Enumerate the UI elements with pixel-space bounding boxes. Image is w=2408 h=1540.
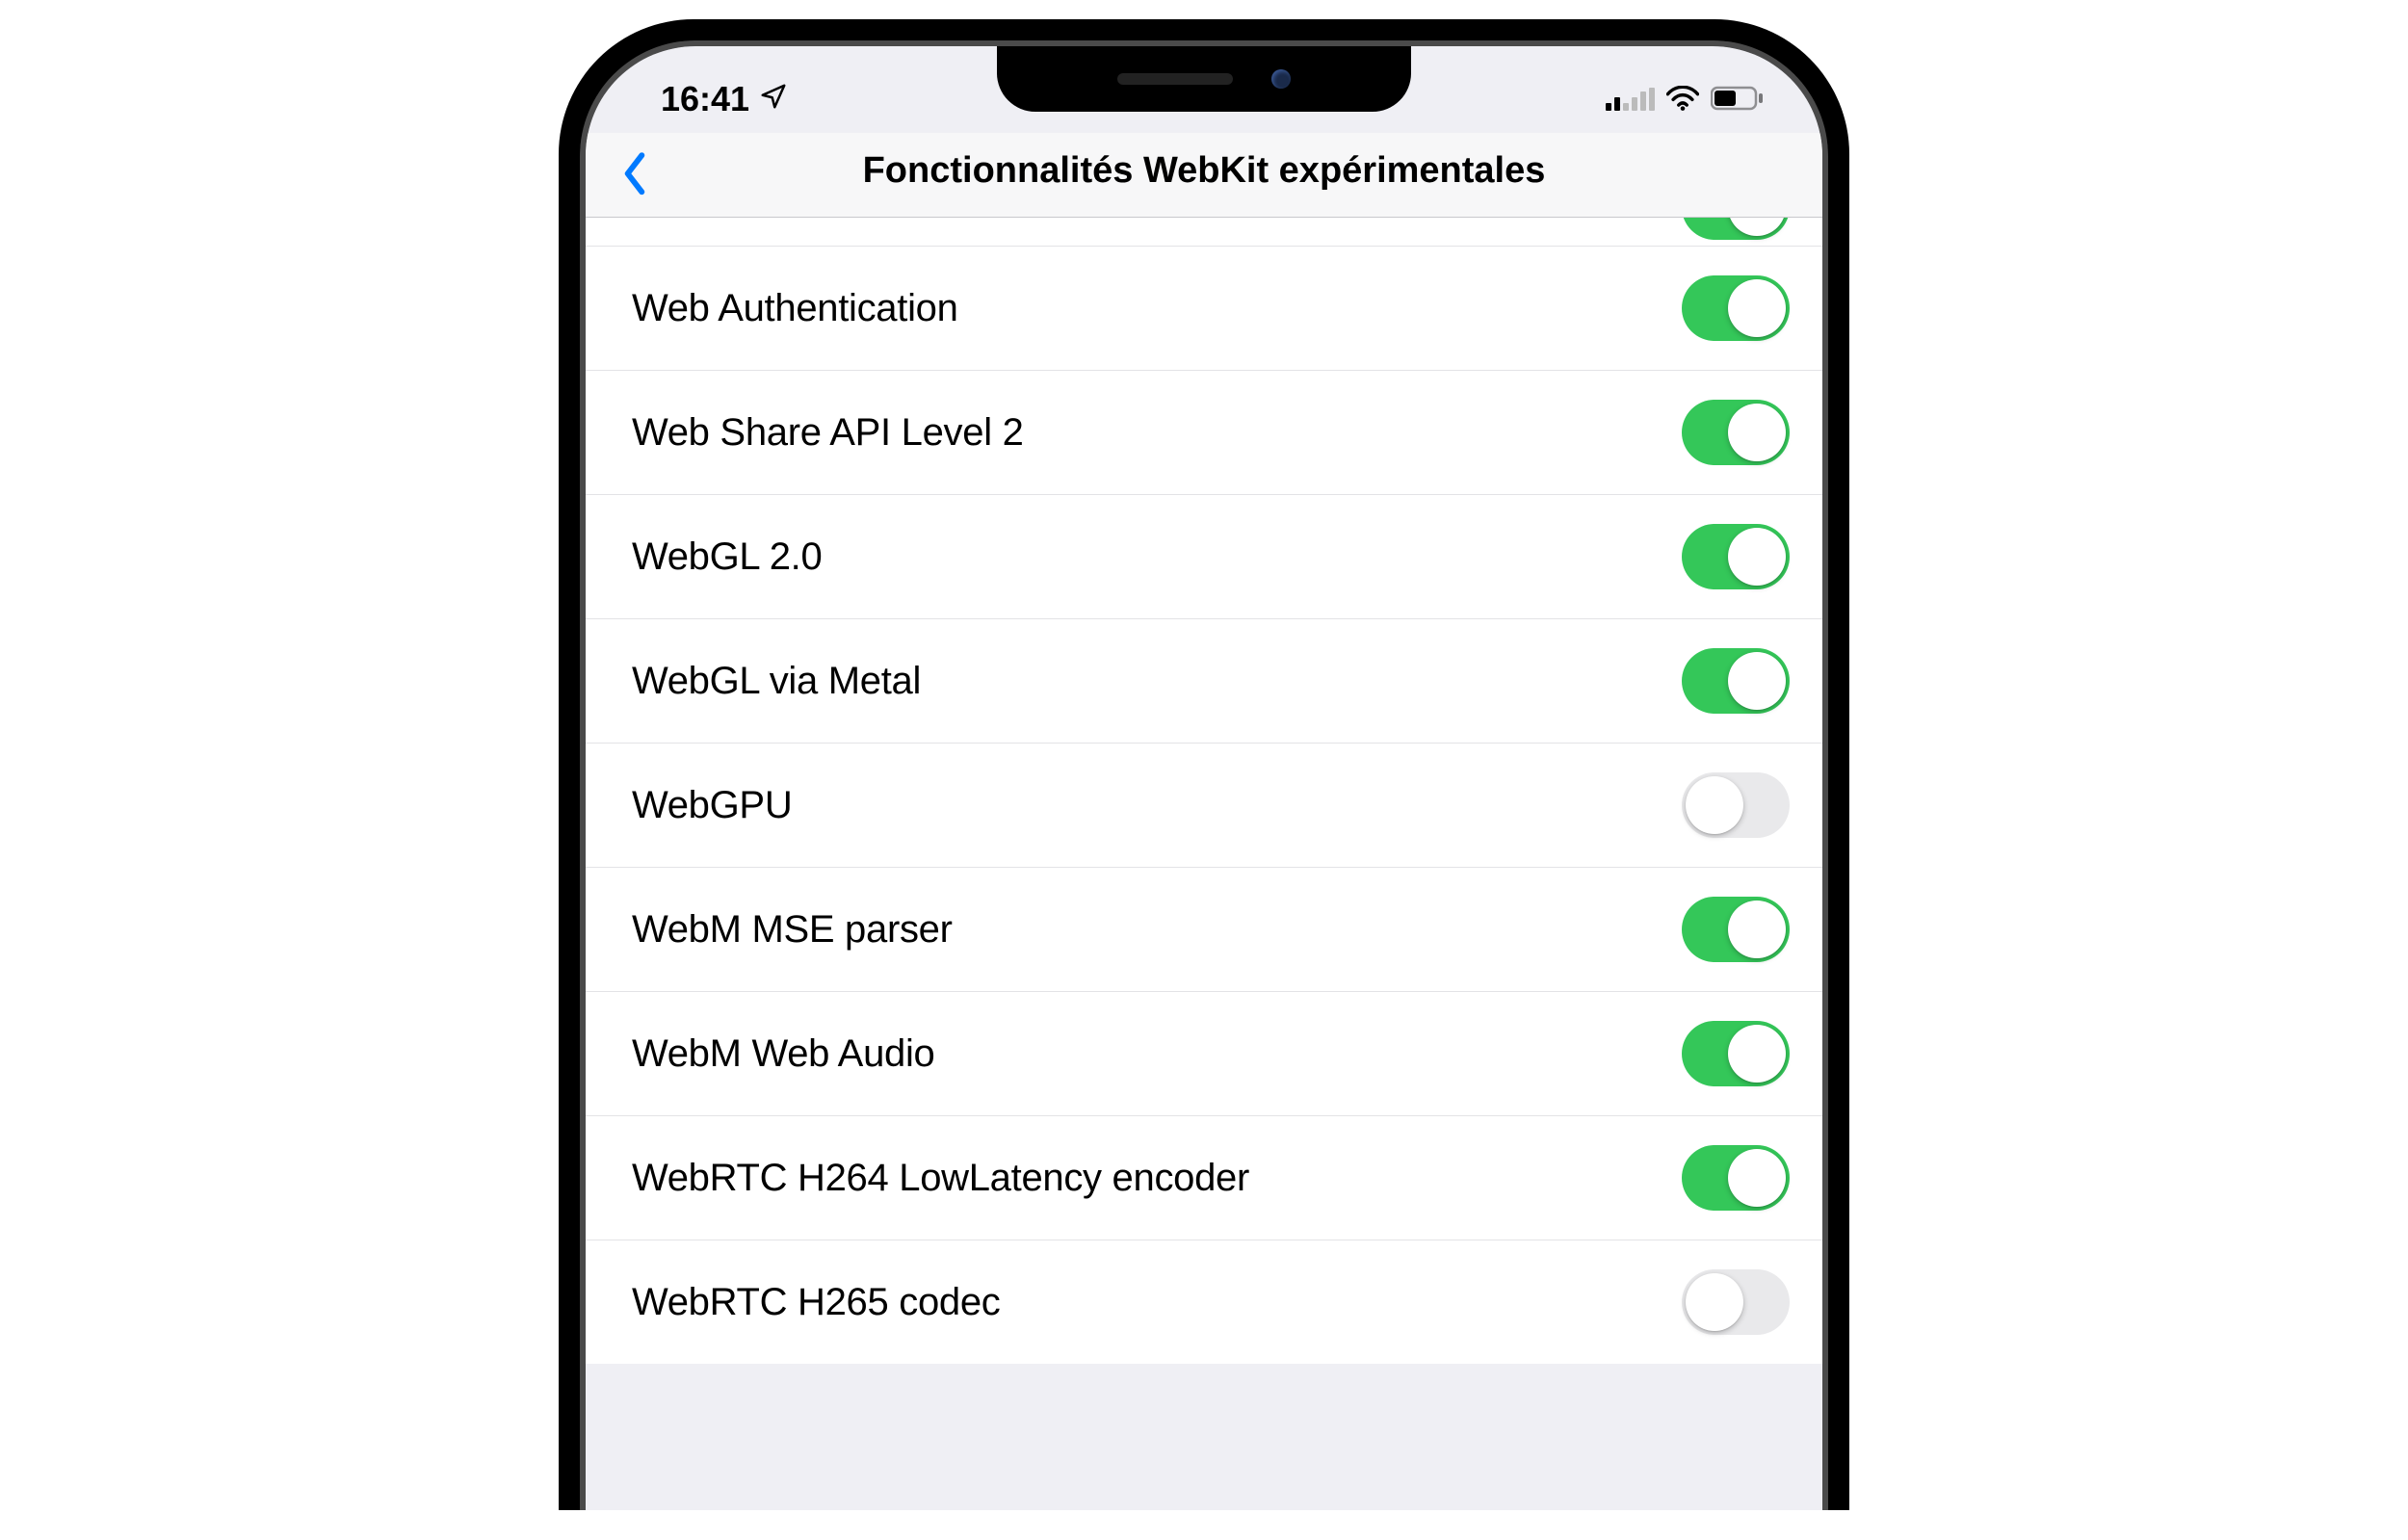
partial-previous-row [586, 218, 1822, 247]
front-camera [1271, 69, 1291, 89]
setting-row: WebGPU [586, 744, 1822, 868]
toggle-knob [1728, 218, 1786, 236]
setting-row: WebGL via Metal [586, 619, 1822, 744]
device-volume-up [559, 493, 561, 647]
device-mute-switch [559, 358, 561, 435]
setting-toggle[interactable] [1682, 275, 1790, 341]
device-notch [997, 46, 1411, 112]
toggle-knob [1728, 901, 1786, 958]
setting-row: WebM MSE parser [586, 868, 1822, 992]
status-time: 16:41 [661, 79, 749, 119]
page-title: Fonctionnalités WebKit expérimentales [863, 150, 1546, 192]
chevron-left-icon [620, 152, 649, 195]
toggle-knob [1728, 279, 1786, 337]
device-inner-border: 16:41 [580, 40, 1828, 1510]
nav-bar: Fonctionnalités WebKit expérimentales [586, 133, 1822, 218]
setting-toggle[interactable] [1682, 524, 1790, 589]
setting-label: Web Authentication [632, 287, 958, 330]
toggle-knob [1728, 652, 1786, 710]
setting-row: WebGL 2.0 [586, 495, 1822, 619]
setting-toggle[interactable] [1682, 897, 1790, 962]
setting-label: WebGPU [632, 784, 792, 827]
setting-toggle[interactable] [1682, 1021, 1790, 1086]
toggle-knob [1728, 1149, 1786, 1207]
setting-toggle[interactable] [1682, 1269, 1790, 1335]
toggle-knob [1728, 1025, 1786, 1083]
setting-label: WebRTC H264 LowLatency encoder [632, 1157, 1249, 1200]
speaker-grill [1117, 73, 1233, 85]
toggle-previous[interactable] [1682, 218, 1790, 240]
device-volume-down [559, 695, 561, 849]
setting-row: WebM Web Audio [586, 992, 1822, 1116]
dual-sim-icon [1606, 88, 1655, 111]
setting-label: WebM MSE parser [632, 908, 953, 952]
toggle-knob [1728, 404, 1786, 461]
settings-group: Web Authentication Web Share API Level 2 W… [586, 218, 1822, 1364]
toggle-knob [1686, 776, 1743, 834]
setting-row: WebRTC H264 LowLatency encoder [586, 1116, 1822, 1240]
toggle-knob [1686, 1273, 1743, 1331]
wifi-icon [1666, 79, 1699, 119]
device-power-button [1847, 503, 1849, 744]
setting-toggle[interactable] [1682, 400, 1790, 465]
setting-label: WebGL 2.0 [632, 535, 822, 579]
setting-row: Web Share API Level 2 [586, 371, 1822, 495]
setting-label: WebGL via Metal [632, 660, 921, 703]
setting-label: Web Share API Level 2 [632, 411, 1024, 455]
location-icon [759, 79, 788, 119]
toggle-knob [1728, 528, 1786, 586]
setting-label: WebM Web Audio [632, 1032, 935, 1076]
setting-label: WebRTC H265 codec [632, 1281, 1001, 1324]
status-left: 16:41 [661, 79, 788, 119]
device-frame: 16:41 [559, 19, 1849, 1510]
battery-icon [1711, 79, 1765, 119]
setting-row: Web Authentication [586, 247, 1822, 371]
setting-toggle[interactable] [1682, 648, 1790, 714]
setting-toggle[interactable] [1682, 772, 1790, 838]
settings-content[interactable]: Web Authentication Web Share API Level 2 W… [586, 218, 1822, 1499]
screen: 16:41 [586, 46, 1822, 1510]
setting-toggle[interactable] [1682, 1145, 1790, 1211]
back-button[interactable] [620, 152, 649, 195]
status-right [1606, 79, 1765, 119]
setting-row: WebRTC H265 codec [586, 1240, 1822, 1364]
